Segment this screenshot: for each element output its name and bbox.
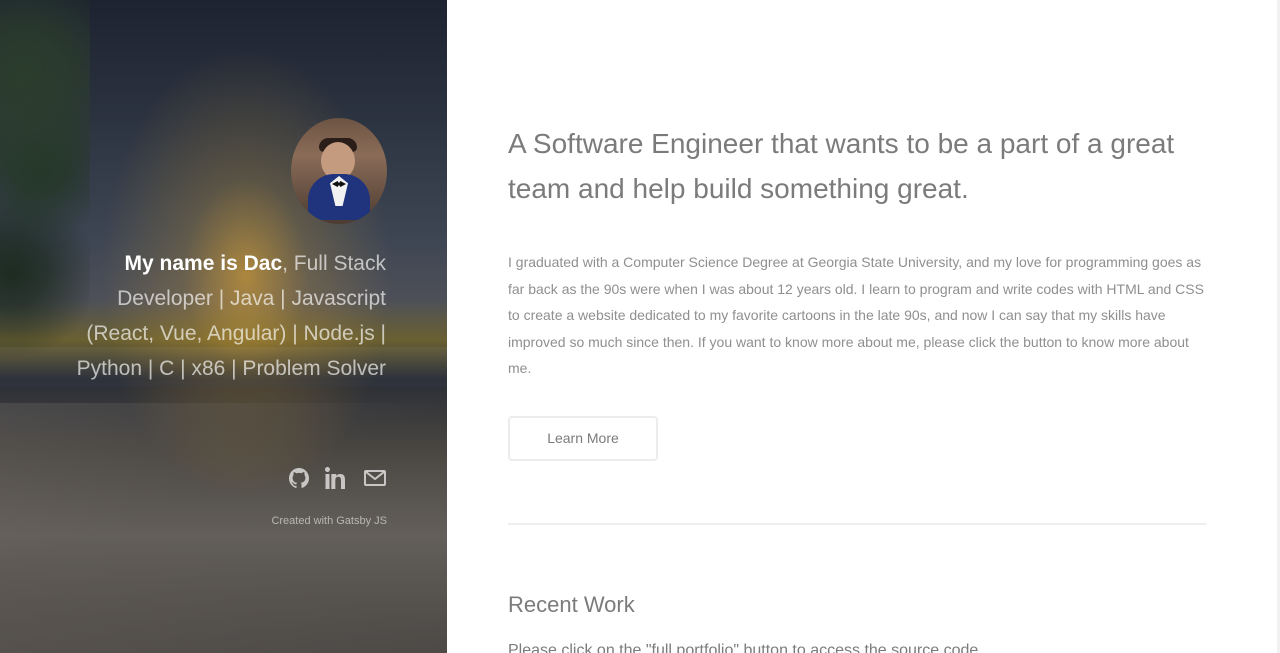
github-icon[interactable] xyxy=(287,466,311,490)
about-section: A Software Engineer that wants to be a p… xyxy=(508,121,1206,653)
section-divider xyxy=(508,522,1206,525)
about-paragraph: I graduated with a Computer Science Degr… xyxy=(508,254,1204,377)
recent-work-title: Recent Work xyxy=(508,591,635,617)
profile-intro: My name is Dac, Full Stack Developer | J… xyxy=(58,246,386,386)
recent-work-text: Please click on the "full portfolio" but… xyxy=(508,641,979,653)
site-credit: Created with Gatsby JS xyxy=(271,515,387,527)
portfolio-page: My name is Dac, Full Stack Developer | J… xyxy=(0,0,1280,653)
page-headline: A Software Engineer that wants to be a p… xyxy=(508,128,1175,204)
main-content: A Software Engineer that wants to be a p… xyxy=(447,0,1280,653)
avatar xyxy=(291,118,387,224)
linkedin-icon[interactable] xyxy=(325,466,349,490)
profile-sidebar: My name is Dac, Full Stack Developer | J… xyxy=(0,0,447,653)
mail-icon[interactable] xyxy=(363,466,387,490)
social-links xyxy=(287,466,387,490)
learn-more-button[interactable]: Learn More xyxy=(508,415,658,461)
profile-name: My name is Dac xyxy=(124,252,283,275)
